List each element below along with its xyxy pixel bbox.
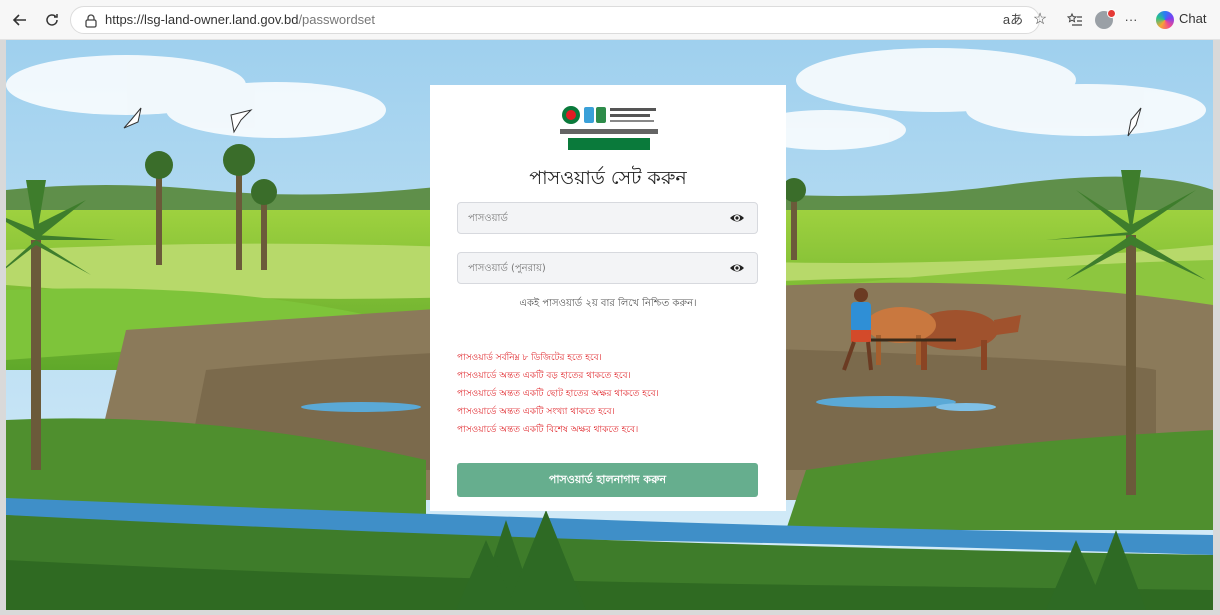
rule-item: পাসওয়ার্ডে অন্তত একটি বিশেষ অক্ষর থাকতে…	[457, 425, 639, 435]
confirm-password-input[interactable]	[458, 253, 718, 283]
favorite-star-icon[interactable]: ☆	[1027, 9, 1053, 31]
rule-item: পাসওয়ার্ডে অন্তত একটি ছোট হাতের অক্ষর থ…	[457, 389, 659, 399]
url-path: /passwordset	[298, 12, 376, 27]
confirm-hint: একই পাসওয়ার্ড ২য় বার লিখে নিশ্চিত করুন…	[519, 298, 697, 309]
chat-button[interactable]: Chat	[1150, 7, 1214, 33]
read-aloud-button[interactable]: aあ	[1000, 9, 1026, 31]
eye-icon[interactable]	[729, 211, 745, 225]
browser-toolbar: https://lsg-land-owner.land.gov.bd/passw…	[0, 0, 1220, 40]
lock-icon	[85, 14, 97, 28]
rule-item: পাসওয়ার্ডে অন্তত একটি বড় হাতের থাকতে হ…	[457, 371, 631, 381]
avatar	[1095, 9, 1116, 29]
reload-icon	[46, 14, 58, 26]
page-title: পাসওয়ার্ড সেট করুন	[529, 167, 687, 189]
page-viewport: পাসওয়ার্ড সেট করুন একই পাসওয়ার্ড ২য় ব…	[6, 40, 1213, 610]
rule-item: পাসওয়ার্ড সর্বনিম্ন ৮ ডিজিটের হতে হবে।	[457, 353, 602, 363]
profile-button[interactable]	[1092, 9, 1118, 31]
rule-item: পাসওয়ার্ডে অন্তত একটি সংখ্যা থাকতে হবে।	[457, 407, 615, 417]
eye-icon[interactable]	[729, 261, 745, 275]
url-text: https://lsg-land-owner.land.gov.bd/passw…	[105, 12, 375, 27]
password-input[interactable]	[458, 203, 718, 233]
password-field	[457, 202, 758, 234]
address-bar[interactable]: https://lsg-land-owner.land.gov.bd/passw…	[70, 6, 1040, 34]
arrow-left-icon	[12, 14, 26, 26]
password-rules: পাসওয়ার্ড সর্বনিম্ন ৮ ডিজিটের হতে হবে। …	[457, 349, 767, 439]
back-button[interactable]	[8, 8, 32, 32]
more-menu-button[interactable]: ···	[1120, 9, 1142, 31]
password-card: পাসওয়ার্ড সেট করুন একই পাসওয়ার্ড ২য় ব…	[430, 85, 786, 511]
chat-label: Chat	[1179, 11, 1207, 26]
reload-button[interactable]	[40, 8, 64, 32]
favorites-icon[interactable]	[1062, 9, 1088, 31]
copilot-icon	[1156, 11, 1174, 29]
url-host: https://lsg-land-owner.land.gov.bd	[105, 12, 299, 27]
confirm-password-field	[457, 252, 758, 284]
update-password-button[interactable]: পাসওয়ার্ড হালনাগাদ করুন	[457, 463, 758, 497]
land-ministry-logo	[560, 106, 658, 150]
